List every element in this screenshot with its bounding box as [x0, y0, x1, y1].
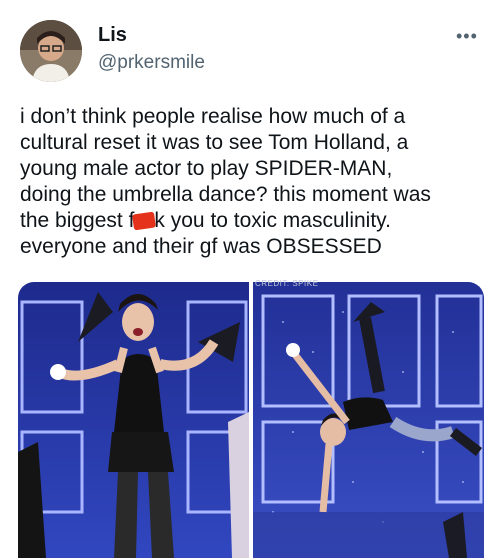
tweet-line: everyone and their gf was OBSESSED [20, 235, 382, 258]
avatar[interactable] [20, 20, 82, 82]
media-grid[interactable] [18, 282, 484, 558]
display-name[interactable]: Lis [98, 24, 127, 47]
tweet-text: i don’t think people realise how much of… [20, 104, 486, 260]
tweet-line: i don’t think people realise how much of… [20, 105, 406, 128]
tweet-line-part: the biggest f [20, 209, 135, 232]
user-handle[interactable]: @prkersmile [98, 52, 205, 74]
tweet-line: doing the umbrella dance? this moment wa… [20, 183, 431, 206]
censor-mark [132, 212, 157, 231]
tweet-line-part: k you to toxic masculinity. [154, 209, 391, 232]
photo-left[interactable] [18, 282, 249, 558]
photo-credit: CREDIT: SPIKE [255, 279, 319, 288]
photo-right[interactable] [253, 282, 484, 558]
tweet-line: the biggest f k you to toxic masculinity. [20, 208, 486, 234]
more-horizontal-icon[interactable]: ••• [456, 26, 478, 47]
tweet-line: young male actor to play SPIDER-MAN, [20, 157, 393, 180]
tweet-line: cultural reset it was to see Tom Holland… [20, 131, 409, 154]
